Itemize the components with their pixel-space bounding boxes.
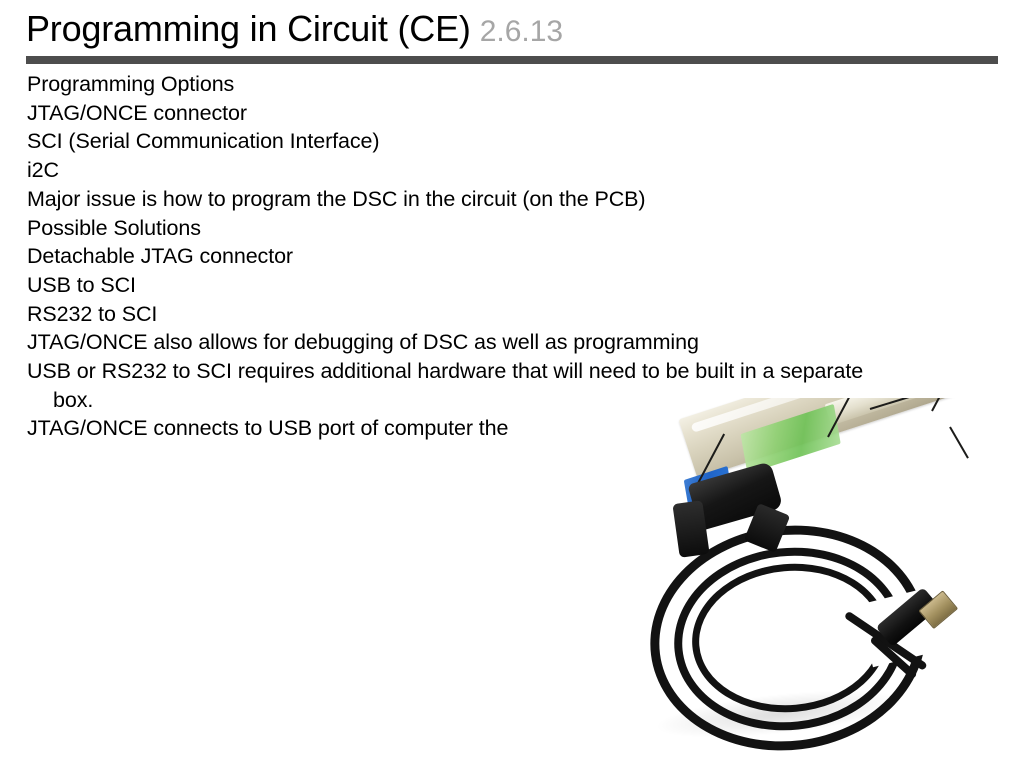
body-line: Major issue is how to program the DSC in… bbox=[27, 186, 646, 211]
body-line: USB to SCI bbox=[27, 272, 136, 297]
slide-title-block: Programming in Circuit (CE) 2.6.13 bbox=[26, 8, 998, 52]
body-line: Programming Options bbox=[27, 72, 235, 96]
pod-seam-line bbox=[949, 426, 969, 459]
page-title: Programming in Circuit (CE) bbox=[26, 8, 471, 49]
slide-body: Programming Options JTAG/ONCE connector … bbox=[27, 70, 1002, 443]
body-line: Detachable JTAG connector bbox=[27, 244, 293, 269]
body-line: Possible Solutions bbox=[27, 215, 201, 240]
title-divider bbox=[26, 56, 998, 64]
body-line: i2C bbox=[27, 158, 59, 183]
title-version-label: 2.6.13 bbox=[479, 15, 564, 48]
photo-stage bbox=[632, 398, 1024, 768]
slide: Programming in Circuit (CE) 2.6.13 Progra… bbox=[0, 0, 1024, 768]
body-line: JTAG/ONCE also allows for debugging of D… bbox=[27, 330, 699, 355]
jtag-programmer-photo bbox=[632, 398, 1024, 768]
body-line: SCI (Serial Communication Interface) bbox=[27, 129, 380, 154]
body-line: RS232 to SCI bbox=[27, 301, 158, 326]
body-line: USB or RS232 to SCI requires additional … bbox=[27, 359, 864, 384]
body-line: JTAG/ONCE connector bbox=[27, 100, 247, 125]
